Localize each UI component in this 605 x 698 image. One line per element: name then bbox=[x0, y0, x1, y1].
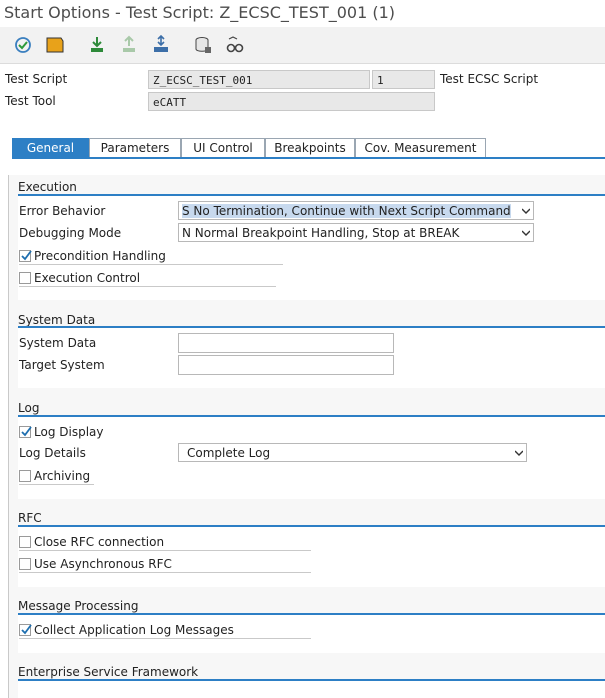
precondition-underline bbox=[19, 264, 283, 265]
precondition-label: Precondition Handling bbox=[34, 249, 166, 263]
window-title: Start Options - Test Script: Z_ECSC_TEST… bbox=[4, 3, 395, 22]
checkmark-icon bbox=[21, 624, 32, 635]
execution-control-label: Execution Control bbox=[34, 271, 141, 285]
archiving-checkbox[interactable] bbox=[19, 470, 31, 482]
log-details-label: Log Details bbox=[19, 446, 86, 460]
checkmark-icon bbox=[21, 250, 32, 261]
test-script-description: Test ECSC Script bbox=[440, 72, 539, 86]
log-group-title: Log bbox=[18, 401, 40, 415]
async-rfc-checkbox[interactable] bbox=[19, 558, 31, 570]
error-behavior-label: Error Behavior bbox=[19, 204, 106, 218]
execution-group-title: Execution bbox=[18, 180, 77, 194]
chevron-down-icon bbox=[522, 208, 530, 214]
version-field[interactable]: 1 bbox=[372, 70, 435, 89]
rfc-group-title: RFC bbox=[18, 511, 42, 525]
log-display-checkbox[interactable] bbox=[19, 426, 32, 438]
async-rfc-label: Use Asynchronous RFC bbox=[34, 557, 172, 571]
tab-general[interactable]: General bbox=[12, 138, 89, 157]
tab-ui-control[interactable]: UI Control bbox=[181, 138, 265, 157]
transport-icon[interactable] bbox=[151, 35, 171, 55]
system-data-label: System Data bbox=[19, 336, 97, 350]
archiving-label: Archiving bbox=[34, 469, 91, 483]
execute-check-icon[interactable] bbox=[13, 35, 33, 55]
debugging-mode-dropdown[interactable]: N Normal Breakpoint Handling, Stop at BR… bbox=[178, 223, 534, 242]
error-behavior-dropdown[interactable]: S No Termination, Continue with Next Scr… bbox=[178, 201, 534, 220]
target-system-input[interactable] bbox=[178, 355, 394, 375]
debugging-mode-value: N Normal Breakpoint Handling, Stop at BR… bbox=[182, 226, 460, 240]
window-titlebar: Start Options - Test Script: Z_ECSC_TEST… bbox=[0, 0, 605, 26]
close-rfc-checkbox[interactable] bbox=[19, 536, 31, 548]
test-script-field[interactable]: Z_ECSC_TEST_001 bbox=[148, 70, 370, 89]
download-icon[interactable] bbox=[87, 35, 107, 55]
error-behavior-value: S No Termination, Continue with Next Scr… bbox=[182, 204, 511, 218]
tab-cov-measurement[interactable]: Cov. Measurement bbox=[355, 138, 486, 157]
upload-icon[interactable] bbox=[119, 35, 139, 55]
variant-folder-icon[interactable] bbox=[45, 35, 65, 55]
close-rfc-label: Close RFC connection bbox=[34, 535, 165, 549]
tab-breakpoints[interactable]: Breakpoints bbox=[265, 138, 355, 157]
collect-app-log-label: Collect Application Log Messages bbox=[34, 623, 234, 637]
archiving-underline bbox=[19, 484, 94, 485]
precondition-checkbox[interactable] bbox=[19, 250, 32, 262]
target-system-label: Target System bbox=[19, 358, 105, 372]
system-data-group-title: System Data bbox=[18, 313, 96, 327]
chevron-down-icon bbox=[515, 450, 523, 456]
message-processing-group-title: Message Processing bbox=[18, 599, 139, 613]
system-data-input[interactable] bbox=[178, 333, 394, 353]
collect-app-log-checkbox[interactable] bbox=[19, 624, 32, 636]
chevron-down-icon bbox=[522, 230, 530, 236]
collect-app-log-underline bbox=[19, 638, 311, 639]
esf-group-title: Enterprise Service Framework bbox=[18, 665, 199, 679]
test-script-label: Test Script bbox=[5, 72, 68, 86]
tab-underline bbox=[12, 157, 605, 159]
test-tool-field[interactable]: eCATT bbox=[148, 92, 435, 111]
glasses-icon[interactable] bbox=[225, 35, 245, 55]
log-details-dropdown[interactable]: Complete Log bbox=[178, 443, 527, 462]
close-rfc-underline bbox=[19, 550, 311, 551]
async-rfc-underline bbox=[19, 572, 311, 573]
debugging-mode-label: Debugging Mode bbox=[19, 226, 122, 240]
tab-parameters[interactable]: Parameters bbox=[89, 138, 181, 157]
execution-control-checkbox[interactable] bbox=[19, 272, 31, 284]
application-toolbar bbox=[0, 27, 605, 64]
log-details-value: Complete Log bbox=[187, 446, 271, 460]
esf-group-body bbox=[18, 681, 605, 698]
checkmark-icon bbox=[21, 426, 32, 437]
execution-control-underline bbox=[19, 286, 276, 287]
test-tool-label: Test Tool bbox=[5, 94, 56, 108]
log-display-label: Log Display bbox=[34, 425, 104, 439]
general-tab-panel: Execution Error Behavior S No Terminatio… bbox=[8, 175, 605, 698]
database-icon[interactable] bbox=[193, 35, 213, 55]
